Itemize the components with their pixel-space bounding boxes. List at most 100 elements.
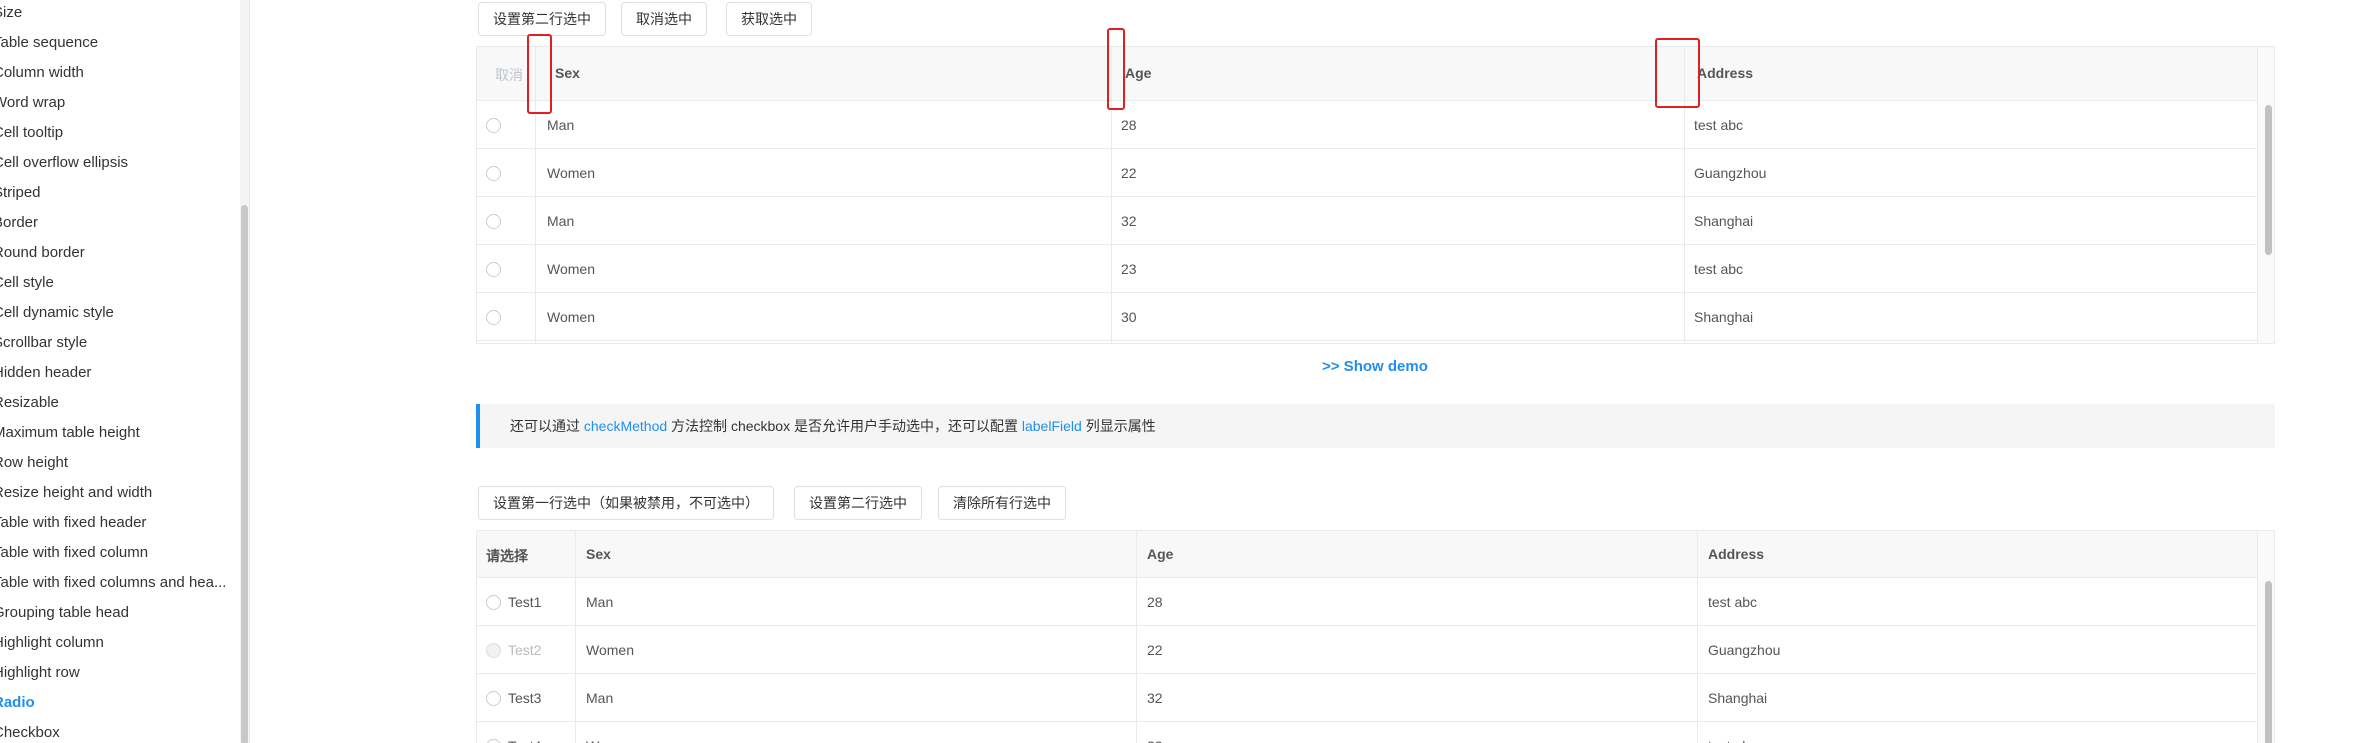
table-row[interactable]: Women 22 Guangzhou xyxy=(477,149,2257,197)
cell-address: Guangzhou xyxy=(1694,165,1767,181)
sidebar-item[interactable]: Hidden header xyxy=(0,358,231,388)
row-radio[interactable] xyxy=(486,691,501,706)
sidebar: SizeTable sequenceColumn widthWord wrapC… xyxy=(0,0,250,743)
header-address: Address xyxy=(1697,65,1754,81)
row-radio[interactable] xyxy=(486,310,501,325)
table-row[interactable]: Test2 Women 22 Guangzhou xyxy=(477,626,2257,674)
cell-address: Guangzhou xyxy=(1708,642,1781,658)
sidebar-item[interactable]: Table sequence xyxy=(0,28,231,58)
tip-text-part: 方法控制 checkbox 是否允许用户手动选中，还可以配置 xyxy=(667,418,1022,434)
set-first-row-selected-button[interactable]: 设置第一行选中（如果被禁用，不可选中） xyxy=(478,486,774,520)
sidebar-item[interactable]: Size xyxy=(0,0,231,28)
cell-sex: Women xyxy=(586,722,634,743)
table-row[interactable]: Women 30 Shanghai xyxy=(477,293,2257,341)
cell-address: Shanghai xyxy=(1694,309,1754,325)
row-radio[interactable] xyxy=(486,166,501,181)
table-row[interactable]: Test4 Women 23 test abc xyxy=(477,722,2257,743)
cell-age: 28 xyxy=(1147,594,1163,610)
cell-sex: Man xyxy=(586,594,614,610)
get-selection-button[interactable]: 获取选中 xyxy=(726,2,812,36)
column-divider xyxy=(1136,531,1137,743)
cell-sex: Man xyxy=(586,690,614,706)
sidebar-item[interactable]: Cell tooltip xyxy=(0,118,231,148)
row-radio[interactable] xyxy=(486,262,501,277)
cell-address: test abc xyxy=(1694,261,1744,277)
highlight-box-age-handle xyxy=(1107,28,1125,110)
cell-address: Shanghai xyxy=(1694,213,1754,229)
table-row[interactable]: Women 23 test abc xyxy=(477,245,2257,293)
highlight-box-address-handle xyxy=(1655,38,1700,108)
tip-text: 还可以通过 checkMethod 方法控制 checkbox 是否允许用户手动… xyxy=(510,404,1156,448)
sidebar-item[interactable]: Cell style xyxy=(0,268,231,298)
header-address: Address xyxy=(1708,546,1765,562)
cell-sex: Man xyxy=(547,213,575,229)
sidebar-item[interactable]: Checkbox xyxy=(0,718,231,743)
sidebar-item[interactable]: Table with fixed columns and hea... xyxy=(0,568,231,598)
row-radio[interactable] xyxy=(486,595,501,610)
set-second-row-selected-button-2[interactable]: 设置第二行选中 xyxy=(794,486,922,520)
sidebar-item[interactable]: Table with fixed header xyxy=(0,508,231,538)
cell-sex: Women xyxy=(586,642,634,658)
table-row[interactable]: Man 32 Shanghai xyxy=(477,197,2257,245)
header-please-select: 请选择 xyxy=(486,548,528,564)
cell-age: 32 xyxy=(1121,213,1137,229)
tip-code-labelfield: labelField xyxy=(1021,418,1082,434)
sidebar-item[interactable]: Highlight column xyxy=(0,628,231,658)
show-demo-link[interactable]: >> Show demo xyxy=(1322,358,1428,375)
cell-sex: Women xyxy=(547,309,595,325)
column-divider xyxy=(1697,531,1698,743)
sidebar-item[interactable]: Grouping table head xyxy=(0,598,231,628)
set-second-row-selected-button[interactable]: 设置第二行选中 xyxy=(478,2,606,36)
sidebar-item[interactable]: Word wrap xyxy=(0,88,231,118)
sidebar-item[interactable]: Table with fixed column xyxy=(0,538,231,568)
clear-all-selection-button[interactable]: 清除所有行选中 xyxy=(938,486,1066,520)
sidebar-menu: SizeTable sequenceColumn widthWord wrapC… xyxy=(0,0,233,743)
sidebar-item[interactable]: Resize height and width xyxy=(0,478,231,508)
sidebar-item[interactable]: Row height xyxy=(0,448,231,478)
radio-table-2: 请选择 Sex Age Address Test1 Man 28 test abc Te… xyxy=(476,530,2275,743)
table-row[interactable]: Test3 Man 32 Shanghai xyxy=(477,674,2257,722)
table-scrollbar-thumb[interactable] xyxy=(2265,581,2272,743)
header-age: Age xyxy=(1147,546,1174,562)
sidebar-item[interactable]: Cell dynamic style xyxy=(0,298,231,328)
cell-label: Test3 xyxy=(508,690,542,706)
tip-box: 还可以通过 checkMethod 方法控制 checkbox 是否允许用户手动… xyxy=(476,404,2275,448)
cell-address: Shanghai xyxy=(1708,690,1768,706)
header-sex: Sex xyxy=(586,546,611,562)
sidebar-item[interactable]: Border xyxy=(0,208,231,238)
sidebar-item[interactable]: Radio xyxy=(0,688,231,718)
header-sex: Sex xyxy=(555,65,580,81)
cell-address: test abc xyxy=(1694,117,1744,133)
tip-text-part: 还可以通过 xyxy=(510,418,584,434)
sidebar-item[interactable]: Maximum table height xyxy=(0,418,231,448)
table-row[interactable]: Man 28 test abc xyxy=(477,101,2257,149)
table-header xyxy=(477,531,2274,578)
header-age: Age xyxy=(1125,65,1152,81)
row-radio xyxy=(486,643,501,658)
sidebar-item[interactable]: Striped xyxy=(0,178,231,208)
header-select-cancel[interactable]: 取消 xyxy=(495,65,523,85)
row-radio[interactable] xyxy=(486,214,501,229)
sidebar-scrollbar-thumb[interactable] xyxy=(241,205,248,743)
sidebar-item[interactable]: Scrollbar style xyxy=(0,328,231,358)
cell-age: 23 xyxy=(1121,261,1137,277)
sidebar-item[interactable]: Column width xyxy=(0,58,231,88)
sidebar-item[interactable]: Resizable xyxy=(0,388,231,418)
cell-age: 32 xyxy=(1147,690,1163,706)
cell-age: 23 xyxy=(1147,722,1163,743)
highlight-box-sex-handle xyxy=(527,34,552,114)
sidebar-item[interactable]: Round border xyxy=(0,238,231,268)
table-header xyxy=(477,47,2274,101)
sidebar-item[interactable]: Highlight row xyxy=(0,658,231,688)
cell-address: test abc xyxy=(1708,594,1758,610)
table-row[interactable]: Test1 Man 28 test abc xyxy=(477,578,2257,626)
cell-age: 22 xyxy=(1121,165,1137,181)
cell-age: 30 xyxy=(1121,309,1137,325)
column-divider xyxy=(575,531,576,743)
cell-label: Test4 xyxy=(508,722,541,743)
row-radio[interactable] xyxy=(486,118,501,133)
row-radio[interactable] xyxy=(486,739,501,743)
cancel-selection-button[interactable]: 取消选中 xyxy=(621,2,707,36)
table-scrollbar-thumb[interactable] xyxy=(2265,105,2272,255)
sidebar-item[interactable]: Cell overflow ellipsis xyxy=(0,148,231,178)
